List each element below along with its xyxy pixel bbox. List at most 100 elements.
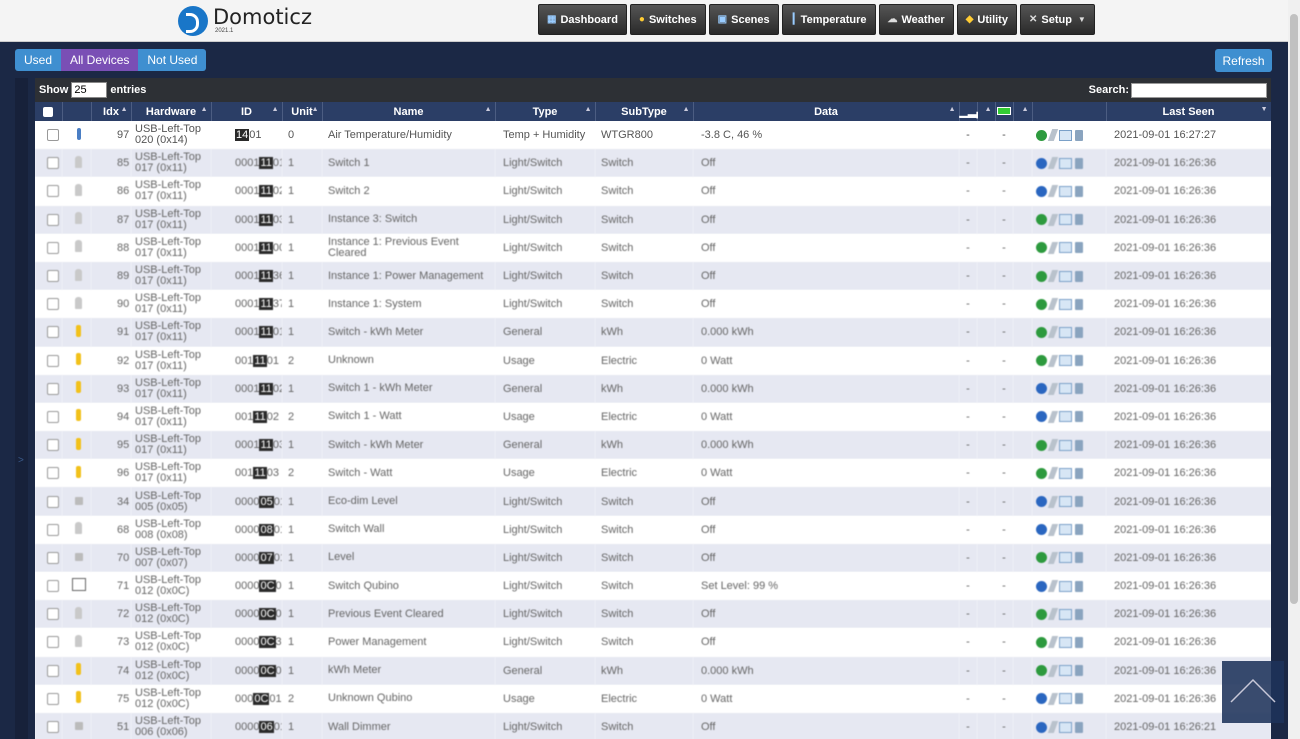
search-input[interactable]: [1131, 82, 1267, 98]
col-unit[interactable]: Unit ▲: [282, 102, 323, 121]
table-row[interactable]: 74 USB-Left-Top012 (0x0C) 00000C01 1 kWh…: [35, 656, 1271, 685]
col-battery[interactable]: [995, 102, 1014, 121]
edit-icon[interactable]: [1047, 580, 1059, 593]
edit-icon[interactable]: [1047, 664, 1059, 677]
nav-utility-button[interactable]: ◆ Utility: [956, 4, 1017, 35]
notification-icon[interactable]: [1059, 467, 1072, 479]
delete-icon[interactable]: [1075, 214, 1083, 226]
select-all-header[interactable]: [35, 102, 63, 121]
delete-icon[interactable]: [1075, 693, 1083, 705]
col-data[interactable]: Data ▲: [693, 102, 960, 121]
col-type[interactable]: Type ▲: [495, 102, 596, 121]
table-row[interactable]: 95 USB-Left-Top017 (0x11) 00011103 1 Swi…: [35, 431, 1271, 460]
chevron-right-icon[interactable]: >: [18, 455, 24, 466]
log-icon[interactable]: [1036, 467, 1047, 479]
row-checkbox[interactable]: [47, 270, 59, 283]
delete-icon[interactable]: [1075, 270, 1083, 282]
table-row[interactable]: 91 USB-Left-Top017 (0x11) 00011101 1 Swi…: [35, 318, 1271, 347]
row-checkbox[interactable]: [47, 382, 59, 395]
row-checkbox[interactable]: [47, 241, 59, 254]
table-row[interactable]: 73 USB-Left-Top012 (0x0C) 00000C36 1 Pow…: [35, 628, 1271, 657]
row-checkbox[interactable]: [47, 636, 59, 649]
notification-icon[interactable]: [1059, 355, 1072, 367]
notification-icon[interactable]: [1059, 580, 1072, 592]
table-row[interactable]: 97 USB-Left-Top 020 (0x14) 1401 0 Air Tem…: [35, 121, 1271, 150]
edit-icon[interactable]: [1047, 129, 1059, 142]
edit-icon[interactable]: [1047, 410, 1059, 423]
notification-icon[interactable]: [1059, 608, 1072, 620]
notification-icon[interactable]: [1059, 270, 1072, 282]
notification-icon[interactable]: [1059, 298, 1072, 310]
edit-icon[interactable]: [1047, 185, 1059, 198]
nav-temperature-button[interactable]: ┃ Temperature: [781, 4, 876, 35]
table-row[interactable]: 70 USB-Left-Top007 (0x07) 00000701 1 Lev…: [35, 543, 1271, 572]
notification-icon[interactable]: [1059, 665, 1072, 677]
row-checkbox[interactable]: [47, 213, 59, 226]
notification-icon[interactable]: [1059, 383, 1072, 395]
notification-icon[interactable]: [1059, 693, 1072, 705]
page-scrollbar[interactable]: [1288, 0, 1300, 739]
filter-all-devices-button[interactable]: All Devices: [61, 49, 139, 71]
log-icon[interactable]: [1036, 411, 1047, 423]
delete-icon[interactable]: [1075, 355, 1083, 367]
delete-icon[interactable]: [1075, 580, 1083, 592]
table-row[interactable]: 89 USB-Left-Top017 (0x11) 00011136 1 Ins…: [35, 261, 1271, 291]
row-checkbox[interactable]: [47, 664, 59, 677]
delete-icon[interactable]: [1075, 185, 1083, 197]
notification-icon[interactable]: [1059, 214, 1072, 226]
edit-icon[interactable]: [1047, 608, 1059, 621]
log-icon[interactable]: [1036, 298, 1047, 310]
row-checkbox[interactable]: [47, 326, 59, 339]
table-row[interactable]: 72 USB-Left-Top012 (0x0C) 00000C00 1 Pre…: [35, 600, 1271, 629]
table-row[interactable]: 94 USB-Left-Top 017 (0x11) 0011102 2 Swit…: [35, 402, 1271, 432]
log-icon[interactable]: [1036, 580, 1047, 592]
notification-icon[interactable]: [1059, 242, 1072, 254]
domoticz-logo[interactable]: Domoticz 2021.1: [178, 4, 312, 37]
row-checkbox[interactable]: [47, 439, 59, 452]
notification-icon[interactable]: [1059, 185, 1072, 197]
row-checkbox[interactable]: [47, 129, 59, 142]
delete-icon[interactable]: [1075, 326, 1083, 338]
row-checkbox[interactable]: [47, 354, 59, 367]
row-checkbox[interactable]: [47, 185, 59, 198]
delete-icon[interactable]: [1075, 157, 1083, 169]
edit-icon[interactable]: [1047, 241, 1059, 254]
col-hardware[interactable]: Hardware ▲: [131, 102, 212, 121]
row-checkbox[interactable]: [47, 580, 59, 593]
table-row[interactable]: 86 USB-Left-Top017 (0x11) 00011102 1 Swi…: [35, 177, 1271, 206]
log-icon[interactable]: [1036, 157, 1047, 169]
notification-icon[interactable]: [1059, 721, 1072, 733]
notification-icon[interactable]: [1059, 411, 1072, 423]
delete-icon[interactable]: [1075, 129, 1083, 141]
table-row[interactable]: 51 USB-Left-Top006 (0x06) 00000601 1 Wal…: [35, 712, 1271, 739]
row-checkbox[interactable]: [47, 692, 59, 705]
row-checkbox[interactable]: [47, 410, 59, 423]
row-checkbox[interactable]: [47, 467, 59, 480]
edit-icon[interactable]: [1047, 354, 1059, 367]
nav-weather-button[interactable]: ☁ Weather: [878, 4, 954, 35]
nav-setup-button[interactable]: ✕ Setup ▼: [1019, 4, 1095, 35]
edit-icon[interactable]: [1047, 523, 1059, 536]
delete-icon[interactable]: [1075, 636, 1083, 648]
notification-icon[interactable]: [1059, 129, 1072, 141]
col-subtype[interactable]: SubType ▲: [595, 102, 694, 121]
edit-icon[interactable]: [1047, 157, 1059, 170]
table-row[interactable]: 71 USB-Left-Top012 (0x0C) 00000C01 1 Swi…: [35, 572, 1271, 601]
log-icon[interactable]: [1036, 524, 1047, 536]
delete-icon[interactable]: [1075, 608, 1083, 620]
row-checkbox[interactable]: [47, 157, 59, 170]
delete-icon[interactable]: [1075, 721, 1083, 733]
edit-icon[interactable]: [1047, 213, 1059, 226]
table-row[interactable]: 85 USB-Left-Top017 (0x11) 00011101 1 Swi…: [35, 149, 1271, 178]
edit-icon[interactable]: [1047, 721, 1059, 734]
table-row[interactable]: 68 USB-Left-Top008 (0x08) 00000801 1 Swi…: [35, 515, 1271, 544]
filter-used-button[interactable]: Used: [15, 49, 62, 71]
refresh-button[interactable]: Refresh: [1215, 49, 1272, 72]
log-icon[interactable]: [1036, 383, 1047, 395]
delete-icon[interactable]: [1075, 383, 1083, 395]
log-icon[interactable]: [1036, 185, 1047, 197]
notification-icon[interactable]: [1059, 157, 1072, 169]
edit-icon[interactable]: [1047, 326, 1059, 339]
edit-icon[interactable]: [1047, 382, 1059, 395]
filter-not-used-button[interactable]: Not Used: [138, 49, 207, 71]
